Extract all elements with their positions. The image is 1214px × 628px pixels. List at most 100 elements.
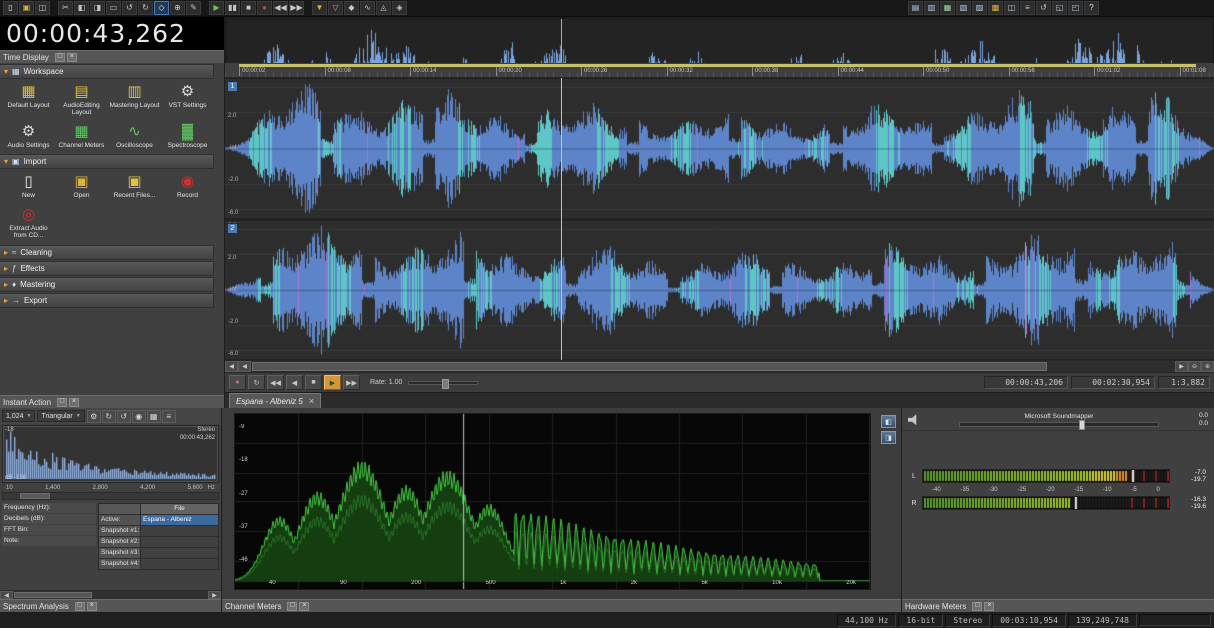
scroll-left-icon[interactable]: ◀ — [225, 361, 238, 372]
pencil-tool-icon[interactable]: ✎ — [186, 1, 201, 15]
scrollbar-track[interactable] — [251, 361, 1175, 372]
level-meter-right[interactable] — [922, 496, 1170, 510]
snapshot-row[interactable]: Snapshot #2: — [99, 536, 218, 547]
close-button[interactable]: × — [69, 397, 80, 407]
snap-icon[interactable]: ◆ — [344, 1, 359, 15]
spectrum-mini-plot[interactable]: -18 dB -138 Stereo 00:00:43,262 — [2, 425, 219, 483]
close-button[interactable]: × — [66, 52, 77, 62]
section-cleaning-header[interactable]: ▸ ≈ Cleaning — [0, 244, 214, 260]
record-icon[interactable]: ● — [257, 1, 272, 15]
section-mastering-header[interactable]: ▸ ♦ Mastering — [0, 276, 214, 292]
help-icon[interactable]: ? — [1084, 1, 1099, 15]
save-icon[interactable]: ◫ — [35, 1, 50, 15]
timeline-ruler[interactable]: 00:00:02 00:00:08 00:00:14 00:00:20 00:00:26… — [225, 63, 1214, 78]
window-mixer-icon[interactable]: ▥ — [924, 1, 939, 15]
section-export-header[interactable]: ▸ → Export — [0, 292, 214, 308]
volume-slider-thumb[interactable] — [1078, 419, 1085, 430]
horizontal-scrollbar[interactable]: ◀ ◀ ▶ ⊖ ⊕ — [225, 360, 1214, 372]
range-slider-thumb[interactable] — [20, 493, 51, 499]
channel-1-waveform[interactable]: 1 6.02.0-inf.-2.0-6.0 — [225, 79, 1214, 218]
settings-gear-icon[interactable]: ⚙ — [86, 409, 101, 423]
output-volume-slider[interactable] — [958, 419, 1159, 430]
window-history-icon[interactable]: ↺ — [1036, 1, 1051, 15]
region-icon[interactable]: ▽ — [328, 1, 343, 15]
marker-icon[interactable]: ▼ — [312, 1, 327, 15]
edit-tool-icon[interactable]: ◇ — [154, 1, 169, 15]
auto-ripple-icon[interactable]: ◬ — [376, 1, 391, 15]
channel-2-canvas[interactable] — [225, 220, 1214, 359]
play-all-button[interactable]: ▶▶ — [343, 375, 360, 390]
close-button[interactable]: × — [86, 601, 97, 611]
analyzer-canvas[interactable] — [235, 414, 870, 589]
sidebar-item-spectroscope[interactable]: ▓ Spectroscope — [161, 121, 214, 151]
window-meters-icon[interactable]: ▦ — [940, 1, 955, 15]
meter-options-button[interactable]: ◧ — [881, 415, 896, 428]
restore-button[interactable]: □ — [74, 601, 85, 611]
snapshot-row[interactable]: Active: Espana - Albeniz — [99, 514, 218, 525]
speaker-icon[interactable] — [908, 414, 917, 426]
overview-waveform-panel[interactable] — [225, 17, 1214, 321]
sidebar-item-extract-audio-cd[interactable]: ◎ Extract Audio from CD... — [2, 204, 55, 242]
sidebar-item-audio-settings[interactable]: ⚙ Audio Settings — [2, 121, 55, 151]
menu-icon[interactable]: ≡ — [161, 409, 176, 423]
rate-slider[interactable] — [408, 378, 479, 389]
channel-1-canvas[interactable] — [225, 79, 1214, 218]
level-meter-left[interactable] — [922, 469, 1170, 484]
close-button[interactable]: × — [299, 601, 310, 611]
snapshot-row[interactable]: Snapshot #3: — [99, 547, 218, 558]
sidebar-item-mastering-layout[interactable]: ▥ Mastering Layout — [108, 81, 161, 119]
close-button[interactable]: × — [984, 601, 995, 611]
open-file-icon[interactable]: ▣ — [19, 1, 34, 15]
sidebar-item-recent-files[interactable]: ▣ Recent Files... — [108, 171, 161, 201]
window-type-select[interactable]: Triangular ▼ — [37, 410, 85, 422]
cut-icon[interactable]: ✂ — [58, 1, 73, 15]
copy-icon[interactable]: ◧ — [74, 1, 89, 15]
zoom-in-icon[interactable]: ⊕ — [1201, 361, 1214, 372]
sidebar-item-oscilloscope[interactable]: ∿ Oscilloscope — [108, 121, 161, 151]
window-time-icon[interactable]: ◱ — [1052, 1, 1067, 15]
undo-icon[interactable]: ↺ — [122, 1, 137, 15]
fft-size-select[interactable]: 1,024 ▼ — [2, 410, 36, 422]
scroll-right-icon[interactable]: ▶ — [208, 591, 221, 599]
scroll-left-icon[interactable]: ◀ — [238, 361, 251, 372]
forward-icon[interactable]: ▶▶ — [289, 1, 304, 15]
spectrum-analyzer-plot[interactable]: -9 -18 -27 -37 -46 40 90 200 500 1k 2k 5k 10k 20k — [234, 413, 871, 590]
pause-icon[interactable]: ▮▮ — [225, 1, 240, 15]
window-regions-icon[interactable]: ◫ — [1004, 1, 1019, 15]
snapshot-icon[interactable]: ◉ — [131, 409, 146, 423]
paste-icon[interactable]: ◨ — [90, 1, 105, 15]
channel-1-badge[interactable]: 1 — [227, 81, 238, 92]
window-spectrum-icon[interactable]: ▧ — [956, 1, 971, 15]
loop-playback-button[interactable]: ↻ — [248, 375, 265, 390]
window-docs-icon[interactable]: ▤ — [908, 1, 923, 15]
zoom-out-icon[interactable]: ⊖ — [1188, 361, 1201, 372]
scroll-right-icon[interactable]: ▶ — [1175, 361, 1188, 372]
spectrum-range-slider[interactable] — [2, 492, 219, 500]
new-file-icon[interactable]: ▯ — [3, 1, 18, 15]
event-tool-icon[interactable]: ◈ — [392, 1, 407, 15]
snapshot-row[interactable]: Snapshot #4: — [99, 558, 218, 569]
channel-2-waveform[interactable]: 2 6.02.0-inf.-2.0-6.0 — [225, 220, 1214, 359]
play-icon[interactable]: ▶ — [209, 1, 224, 15]
go-to-start-button[interactable]: ◀◀ — [267, 375, 284, 390]
tab-espana-albeniz[interactable]: Espana - Albeniz 5 × — [229, 393, 322, 408]
meter-hold-button[interactable]: ◨ — [881, 431, 896, 444]
sidebar-item-channel-meters[interactable]: ▦ Channel Meters — [55, 121, 108, 151]
play-button[interactable]: ▶ — [324, 375, 341, 390]
sidebar-item-audio-editing-layout[interactable]: ▤ AudioEditing Layout — [55, 81, 108, 119]
previous-button[interactable]: ◀ — [286, 375, 303, 390]
rate-slider-thumb[interactable] — [441, 378, 449, 389]
auto-update-icon[interactable]: ↺ — [116, 409, 131, 423]
record-button[interactable]: ● — [229, 375, 246, 390]
redo-icon[interactable]: ↻ — [138, 1, 153, 15]
section-workspace-header[interactable]: ▾ ▦ Workspace — [0, 64, 214, 79]
magnify-tool-icon[interactable]: ⊕ — [170, 1, 185, 15]
sidebar-item-default-layout[interactable]: ▦ Default Layout — [2, 81, 55, 119]
window-playlist-icon[interactable]: ≡ — [1020, 1, 1035, 15]
rewind-icon[interactable]: ◀◀ — [273, 1, 288, 15]
channel-2-badge[interactable]: 2 — [227, 222, 238, 234]
crossfade-icon[interactable]: ∿ — [360, 1, 375, 15]
section-effects-header[interactable]: ▸ ƒ Effects — [0, 260, 214, 276]
window-video-icon[interactable]: ◰ — [1068, 1, 1083, 15]
section-import-header[interactable]: ▾ ▣ Import — [0, 154, 214, 170]
